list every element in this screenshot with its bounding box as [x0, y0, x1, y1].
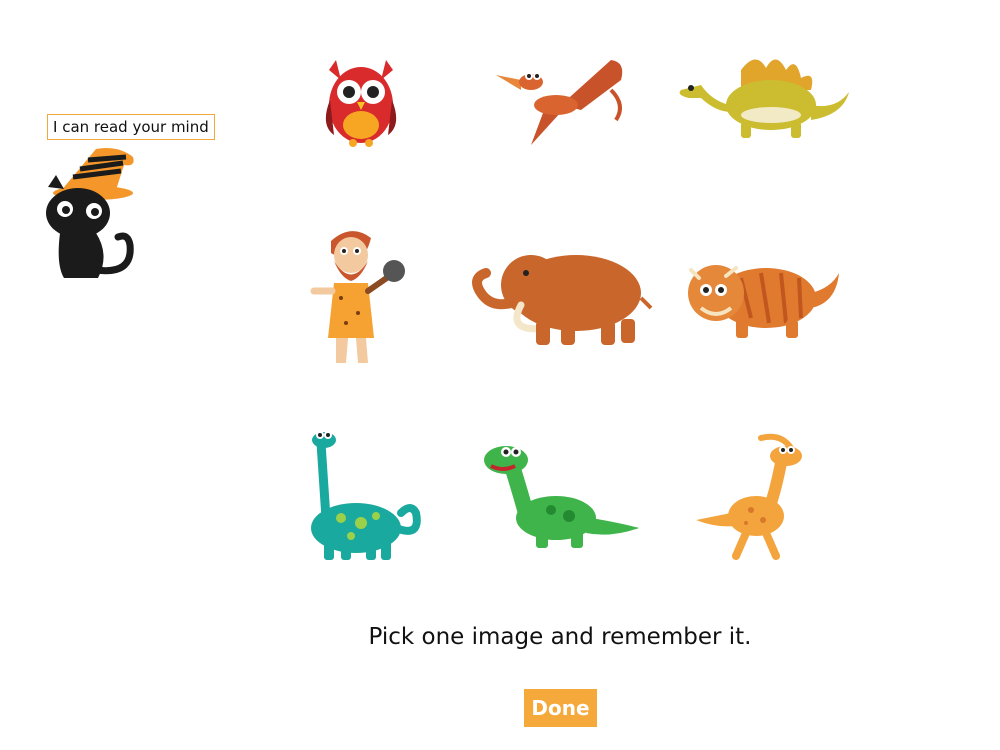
mammoth-image[interactable]	[466, 218, 656, 378]
done-button[interactable]: Done	[524, 689, 597, 727]
triceratops-image[interactable]	[666, 218, 856, 378]
mind-reader-label: I can read your mind	[47, 114, 215, 140]
brachiosaurus-image[interactable]	[266, 418, 456, 578]
caveman-image[interactable]	[266, 218, 456, 378]
instruction-text: Pick one image and remember it.	[368, 624, 752, 650]
green-dinosaur-image[interactable]	[466, 418, 656, 578]
pterodactyl-image[interactable]	[466, 20, 656, 180]
owl-image[interactable]	[266, 20, 456, 180]
witch-cat-icon	[38, 145, 143, 285]
parasaurolophus-image[interactable]	[666, 418, 856, 578]
stegosaurus-image[interactable]	[666, 20, 856, 180]
